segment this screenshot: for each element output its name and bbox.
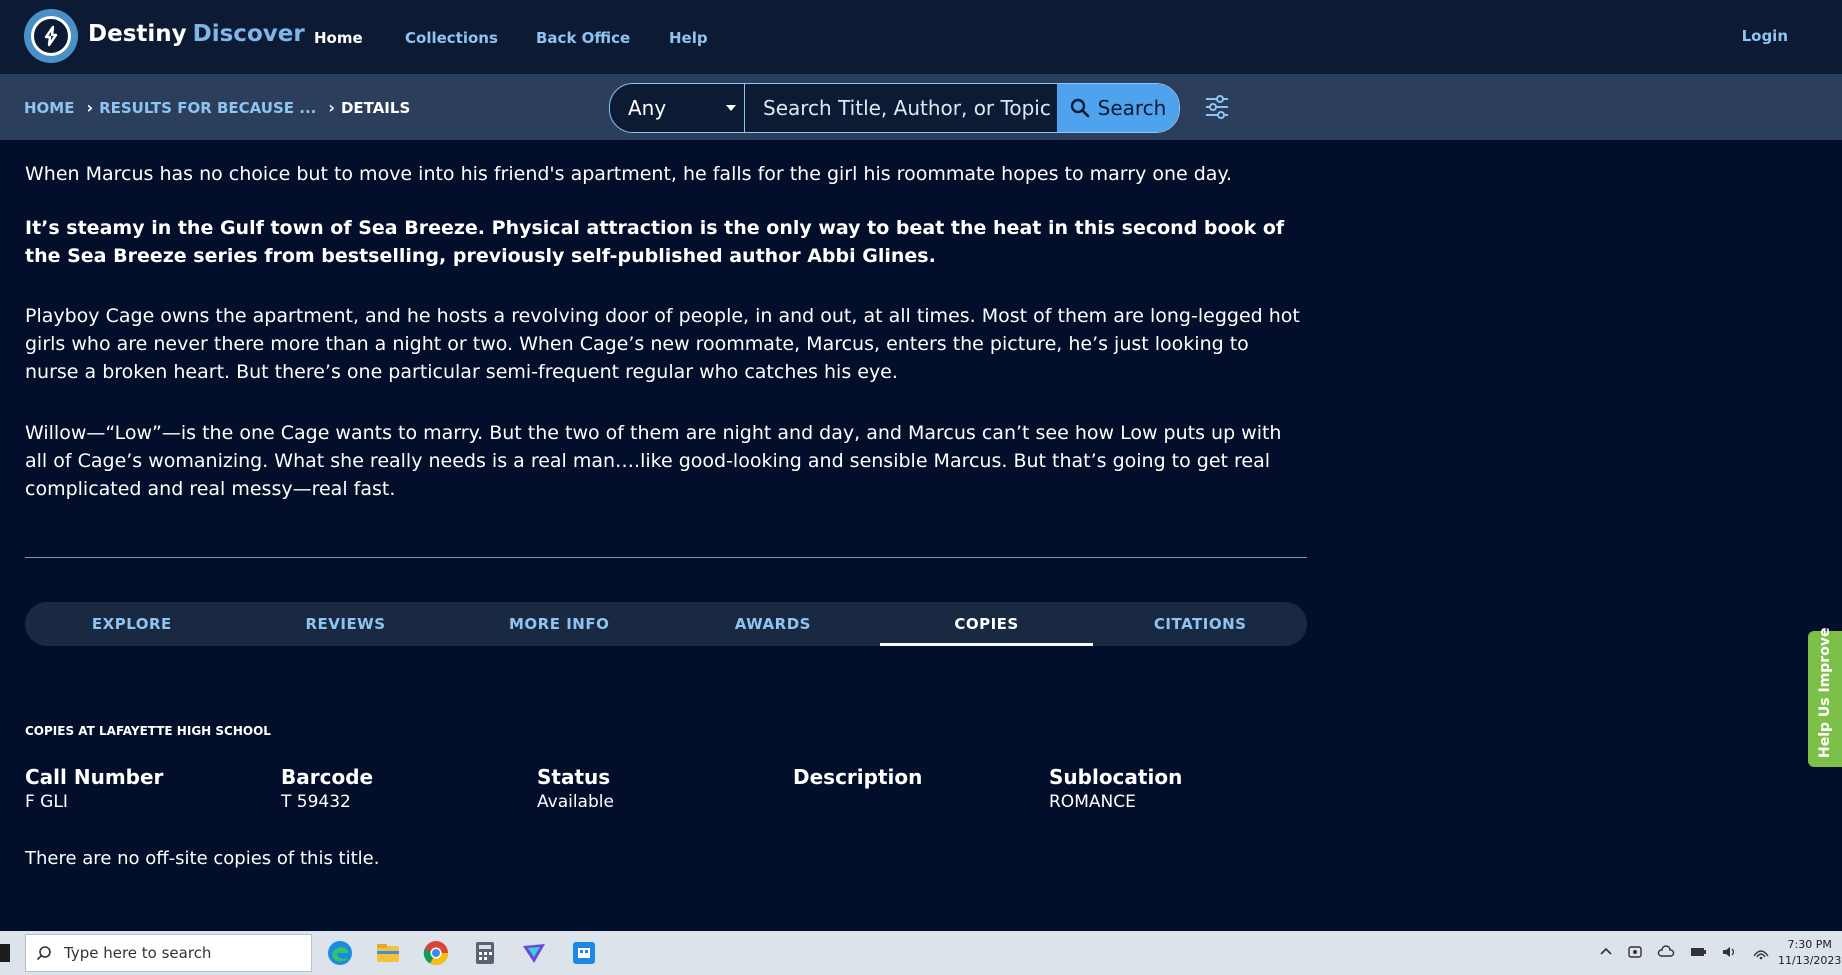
windows-taskbar: Type here to search 7:30 PM 11/13/2023 xyxy=(0,931,1842,975)
chevron-right-icon: › xyxy=(86,98,94,117)
search-icon xyxy=(36,946,51,961)
chevron-right-icon: › xyxy=(328,98,335,117)
copies-column: Call Number F GLI xyxy=(25,764,281,814)
calculator-icon[interactable] xyxy=(471,939,499,967)
tab-citations[interactable]: CITATIONS xyxy=(1093,602,1307,646)
edge-browser-icon[interactable] xyxy=(326,939,354,967)
help-us-improve-label: Help Us Improve xyxy=(1817,627,1833,758)
copies-section-title: COPIES AT LAFAYETTE HIGH SCHOOL xyxy=(25,724,271,738)
column-header-call-number: Call Number xyxy=(25,765,164,789)
breadcrumb: HOME › RESULTS FOR BECAUSE ... › DETAILS xyxy=(24,98,410,117)
taskbar-clock[interactable]: 7:30 PM 11/13/2023 xyxy=(1778,937,1841,969)
taskbar-search-placeholder: Type here to search xyxy=(64,944,212,962)
search-button-label: Search xyxy=(1097,96,1167,120)
breadcrumb-home[interactable]: HOME xyxy=(24,99,74,117)
store-app-icon[interactable] xyxy=(570,939,598,967)
tab-reviews[interactable]: REVIEWS xyxy=(239,602,453,646)
call-number-value: F GLI xyxy=(25,792,68,812)
meet-now-icon[interactable] xyxy=(1626,943,1644,961)
file-explorer-icon[interactable] xyxy=(374,939,402,967)
copies-column: Barcode T 59432 xyxy=(281,764,537,814)
description-paragraph: When Marcus has no choice but to move in… xyxy=(25,163,1233,185)
brand-destiny: Destiny xyxy=(88,21,187,47)
description-paragraph: Willow—“Low”—is the one Cage wants to ma… xyxy=(25,422,1282,500)
search-bar-region: HOME › RESULTS FOR BECAUSE ... › DETAILS… xyxy=(0,74,1842,140)
column-header-description: Description xyxy=(793,765,923,789)
nav-back-office-link[interactable]: Back Office xyxy=(536,29,630,47)
chrome-icon[interactable] xyxy=(422,939,450,967)
tab-explore[interactable]: EXPLORE xyxy=(25,602,239,646)
vpn-app-icon[interactable] xyxy=(520,939,548,967)
nav-collections-link[interactable]: Collections xyxy=(405,29,498,47)
breadcrumb-current: DETAILS xyxy=(340,98,411,117)
column-header-sublocation: Sublocation xyxy=(1049,765,1183,789)
clock-time: 7:30 PM xyxy=(1787,938,1832,951)
onedrive-cloud-icon[interactable] xyxy=(1657,943,1675,961)
filter-settings-icon[interactable] xyxy=(1204,92,1230,122)
column-header-barcode: Barcode xyxy=(281,765,374,789)
destiny-logo-icon[interactable] xyxy=(24,9,78,63)
tab-more-info[interactable]: MORE INFO xyxy=(452,602,666,646)
breadcrumb-results[interactable]: RESULTS FOR BECAUSE ... xyxy=(99,99,316,117)
wifi-icon[interactable] xyxy=(1752,943,1770,961)
search-scope-select[interactable]: Any xyxy=(610,84,744,132)
brand-discover: Discover xyxy=(192,21,305,47)
clock-date: 11/13/2023 xyxy=(1778,954,1842,967)
brand-name[interactable]: Destiny Discover xyxy=(88,21,305,47)
nav-home-link[interactable]: Home xyxy=(314,29,363,47)
copies-column: Status Available xyxy=(537,764,793,814)
login-link[interactable]: Login xyxy=(1742,27,1788,45)
tab-awards[interactable]: AWARDS xyxy=(666,602,880,646)
windows-start-icon[interactable] xyxy=(0,944,10,962)
copies-column: Description xyxy=(793,764,1049,814)
column-header-status: Status xyxy=(537,765,611,789)
tab-copies[interactable]: COPIES xyxy=(879,602,1094,646)
battery-icon[interactable] xyxy=(1689,943,1707,961)
nav-help-link[interactable]: Help xyxy=(669,29,708,47)
barcode-value: T 59432 xyxy=(281,792,351,812)
details-tabs: EXPLORE REVIEWS MORE INFO AWARDS COPIES … xyxy=(25,602,1307,646)
help-us-improve-button[interactable]: Help Us Improve xyxy=(1808,627,1842,767)
sublocation-value: ROMANCE xyxy=(1049,792,1136,812)
section-divider xyxy=(25,557,1307,558)
caret-down-icon xyxy=(726,105,736,111)
taskbar-search-box[interactable]: Type here to search xyxy=(25,934,312,972)
search-form: Any Search xyxy=(609,83,1180,133)
offsite-copies-message: There are no off-site copies of this tit… xyxy=(25,848,380,869)
copies-column: Sublocation ROMANCE xyxy=(1049,764,1305,814)
status-value: Available xyxy=(537,792,614,812)
copies-table: Call Number F GLI Barcode T 59432 Status… xyxy=(25,764,1305,814)
description-paragraph: Playboy Cage owns the apartment, and he … xyxy=(25,305,1300,383)
chevron-up-icon[interactable] xyxy=(1597,943,1615,961)
volume-icon[interactable] xyxy=(1720,943,1738,961)
search-scope-value: Any xyxy=(628,96,667,120)
search-icon xyxy=(1070,98,1089,118)
top-navigation: Destiny Discover Home Collections Back Of… xyxy=(0,0,1842,74)
search-input[interactable] xyxy=(744,84,1057,132)
search-button[interactable]: Search xyxy=(1057,84,1179,132)
description-paragraph: It’s steamy in the Gulf town of Sea Bree… xyxy=(25,217,1285,267)
